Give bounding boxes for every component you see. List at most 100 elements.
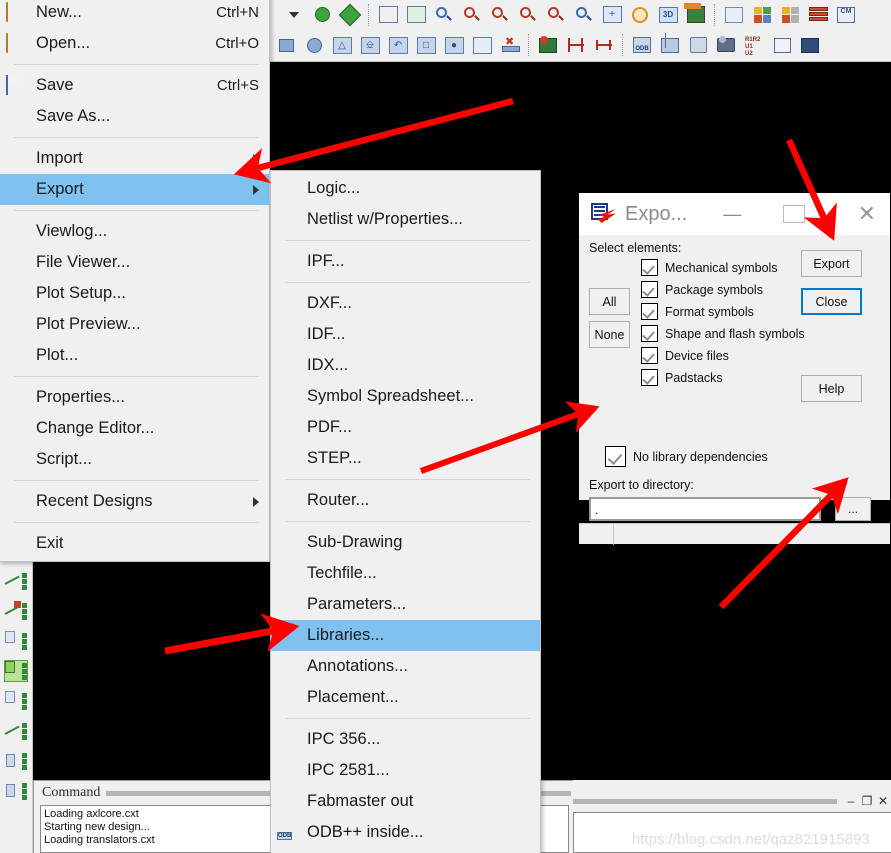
menu-item-fabmaster-out[interactable]: Fabmaster out: [271, 786, 540, 817]
menu-item-script[interactable]: Script...: [0, 444, 269, 475]
menu-item-pdf[interactable]: PDF...: [271, 412, 540, 443]
subclass-stack-icon[interactable]: [805, 3, 831, 27]
shape-slot-icon[interactable]: [469, 33, 495, 57]
shape-arc-icon[interactable]: ↶: [385, 33, 411, 57]
report-icon[interactable]: [769, 33, 795, 57]
none-button[interactable]: None: [589, 321, 630, 348]
zoom-in-icon[interactable]: [487, 3, 513, 27]
checkbox-device-files[interactable]: Device files: [641, 347, 729, 364]
flip-design-icon[interactable]: [683, 3, 709, 27]
menu-item-file-viewer[interactable]: File Viewer...: [0, 247, 269, 278]
checkbox-shape-and-flash-symbols[interactable]: Shape and flash symbols: [641, 325, 805, 342]
net-custom-smooth-icon[interactable]: [2, 626, 30, 656]
checkbox-no-library-dependencies[interactable]: No library dependencies: [605, 446, 768, 467]
grid-icon[interactable]: [403, 3, 429, 27]
close-button[interactable]: Close: [801, 288, 862, 315]
minimize-button[interactable]: –: [843, 792, 859, 810]
menu-item-properties[interactable]: Properties...: [0, 382, 269, 413]
net-slide-icon[interactable]: [2, 566, 30, 596]
menu-item-recent-designs[interactable]: Recent Designs: [0, 486, 269, 517]
3d-view-icon[interactable]: 3D: [655, 3, 681, 27]
menu-item-creo-view[interactable]: Creo View: [271, 848, 540, 853]
menu-item-idf[interactable]: IDF...: [271, 319, 540, 350]
zoom-selection-icon[interactable]: [571, 3, 597, 27]
pin-icon[interactable]: [337, 3, 363, 27]
menu-item-step[interactable]: STEP...: [271, 443, 540, 474]
shape-circle-icon[interactable]: [301, 33, 327, 57]
menu-item-ipf[interactable]: IPF...: [271, 246, 540, 277]
export-button[interactable]: Export: [801, 250, 862, 277]
checkbox-box[interactable]: [641, 369, 658, 386]
menu-item-import[interactable]: Import: [0, 143, 269, 174]
menu-item-sub-drawing[interactable]: Sub-Drawing: [271, 527, 540, 558]
all-button[interactable]: All: [589, 288, 630, 315]
shape-round-icon[interactable]: ●: [441, 33, 467, 57]
menu-item-parameters[interactable]: Parameters...: [271, 589, 540, 620]
library-book-icon[interactable]: [657, 33, 683, 57]
via-add-icon[interactable]: [2, 746, 30, 776]
menu-item-ipc-2581[interactable]: IPC 2581...: [271, 755, 540, 786]
checkbox-box[interactable]: [641, 281, 658, 298]
via-list-icon[interactable]: [2, 776, 30, 806]
odb-export-icon[interactable]: ODB: [629, 33, 655, 57]
menu-item-ipc-356[interactable]: IPC 356...: [271, 724, 540, 755]
menu-item-change-editor[interactable]: Change Editor...: [0, 413, 269, 444]
menu-item-netlist-with-properties[interactable]: Netlist w/Properties...: [271, 204, 540, 235]
export-directory-input[interactable]: .: [589, 497, 821, 521]
shape-polygon-icon[interactable]: ⎒: [357, 33, 383, 57]
constraint-manager-icon[interactable]: CM: [833, 3, 859, 27]
color-palette-icon[interactable]: [749, 3, 775, 27]
menu-item-techfile[interactable]: Techfile...: [271, 558, 540, 589]
panel-body[interactable]: https://blog.csdn.net/qaz821915893 ▲: [573, 812, 891, 853]
scroll-up-icon[interactable]: ▲: [875, 849, 889, 853]
menu-item-annotations[interactable]: Annotations...: [271, 651, 540, 682]
delete-shape-icon[interactable]: [497, 33, 523, 57]
checkbox-format-symbols[interactable]: Format symbols: [641, 303, 754, 320]
maximize-button[interactable]: [783, 205, 806, 223]
layer-visibility-icon[interactable]: [777, 3, 803, 27]
shape-rect-icon[interactable]: [273, 33, 299, 57]
board-outline-icon[interactable]: [535, 33, 561, 57]
zoom-out-icon[interactable]: [515, 3, 541, 27]
shape-square-icon[interactable]: □: [413, 33, 439, 57]
menu-item-router[interactable]: Router...: [271, 485, 540, 516]
help-button[interactable]: Help: [801, 375, 862, 402]
green-ball-icon[interactable]: [309, 3, 335, 27]
menu-item-symbol-spreadsheet[interactable]: Symbol Spreadsheet...: [271, 381, 540, 412]
checkbox-box[interactable]: [641, 303, 658, 320]
checkbox-package-symbols[interactable]: Package symbols: [641, 281, 763, 298]
net-vertex-icon[interactable]: [2, 656, 30, 686]
checkbox-box[interactable]: [641, 259, 658, 276]
net-delete-icon[interactable]: [2, 596, 30, 626]
placement-grid-icon[interactable]: [797, 33, 823, 57]
menu-item-idx[interactable]: IDX...: [271, 350, 540, 381]
screenshot-icon[interactable]: [713, 33, 739, 57]
net-route-icon[interactable]: [2, 716, 30, 746]
menu-item-open[interactable]: Open... Ctrl+O: [0, 28, 269, 59]
menu-item-new[interactable]: New... Ctrl+N: [0, 0, 269, 28]
menu-item-plot-preview[interactable]: Plot Preview...: [0, 309, 269, 340]
dimension-vertical-icon[interactable]: [563, 33, 589, 57]
zoom-fit-icon[interactable]: [431, 3, 457, 27]
menu-item-exit[interactable]: Exit: [0, 528, 269, 559]
minimize-button[interactable]: —: [717, 204, 747, 225]
dropdown-arrow-icon[interactable]: [281, 3, 307, 27]
zoom-points-icon[interactable]: [543, 3, 569, 27]
menu-item-dxf[interactable]: DXF...: [271, 288, 540, 319]
dialog-titlebar[interactable]: Expo... — ✕: [579, 193, 890, 235]
close-button[interactable]: ✕: [875, 792, 891, 810]
menu-item-save[interactable]: Save Ctrl+S: [0, 70, 269, 101]
browse-button[interactable]: ...: [835, 497, 871, 521]
checkbox-padstacks[interactable]: Padstacks: [641, 369, 723, 386]
checkbox-mechanical-symbols[interactable]: Mechanical symbols: [641, 259, 778, 276]
restore-button[interactable]: ❐: [859, 792, 875, 810]
checkbox-box[interactable]: [641, 325, 658, 342]
menu-item-export[interactable]: Export: [0, 174, 269, 205]
checkbox-box[interactable]: [641, 347, 658, 364]
menu-item-plot-setup[interactable]: Plot Setup...: [0, 278, 269, 309]
select-pointer-icon[interactable]: △: [329, 33, 355, 57]
zoom-center-icon[interactable]: +: [599, 3, 625, 27]
ratsnest-icon[interactable]: [375, 3, 401, 27]
padstack-editor-icon[interactable]: [685, 33, 711, 57]
close-icon[interactable]: ✕: [858, 203, 876, 225]
